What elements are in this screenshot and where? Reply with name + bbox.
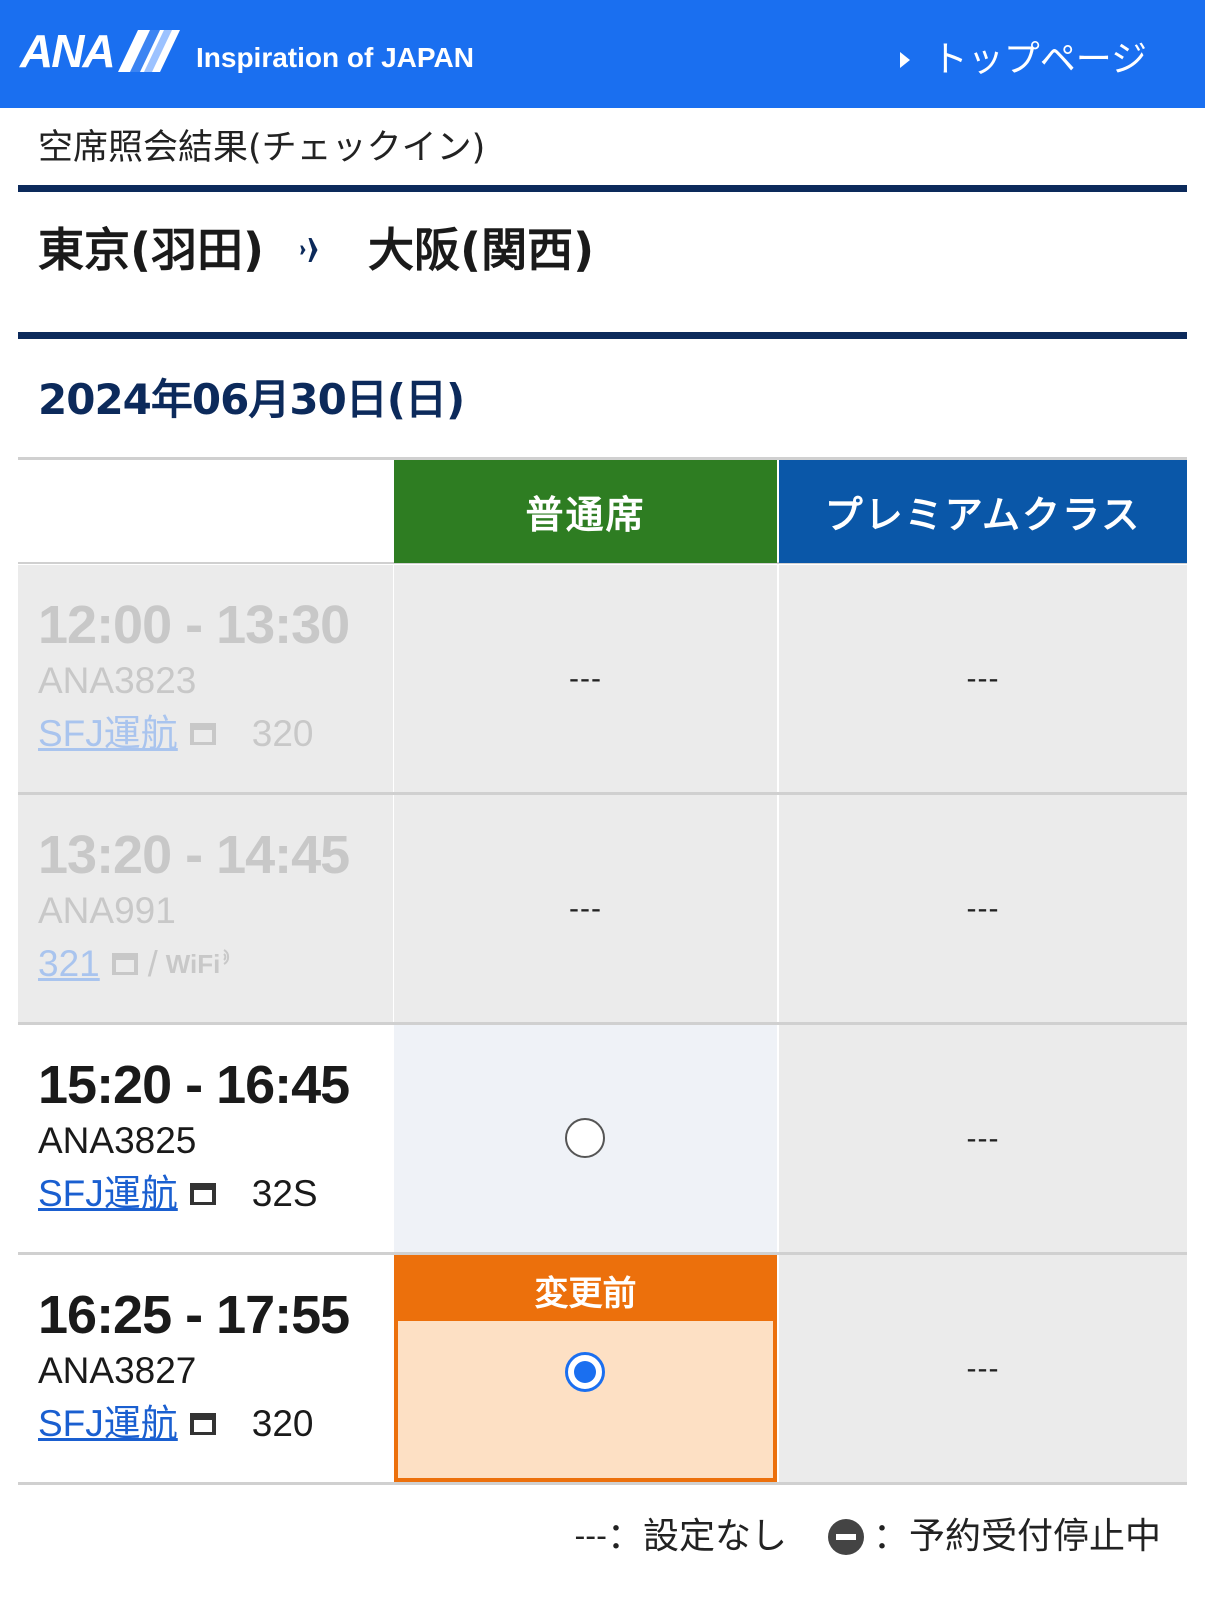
separator: / <box>147 943 158 984</box>
not-set-marker: --- <box>966 1121 1000 1155</box>
divider <box>18 185 1187 192</box>
premium-class-label: プレミアムクラス <box>824 493 1142 537</box>
flight-meta: SFJ運航 320 <box>38 709 393 759</box>
airplane-icon <box>298 232 334 268</box>
aircraft-link[interactable]: 321 <box>38 939 100 989</box>
seat-radio-button-selected[interactable] <box>565 1352 605 1392</box>
seat-config-icon <box>189 1413 216 1435</box>
wifi-label: WiFi <box>165 949 221 979</box>
site-header: ANA Inspiration of JAPAN トップページ <box>0 0 1205 108</box>
flight-row-3-standard[interactable] <box>394 1025 777 1252</box>
seat-config-icon <box>189 723 216 745</box>
premium-class-header: プレミアムクラス <box>779 460 1187 563</box>
top-page-link[interactable]: トップページ <box>899 38 1147 82</box>
flight-number: ANA3827 <box>38 1350 197 1391</box>
caret-right-icon <box>899 52 910 68</box>
flight-row-3-info: 15:20 - 16:45 ANA3825 SFJ運航 32S <box>18 1025 393 1252</box>
legend-none-symbol: --- <box>574 1519 607 1554</box>
flight-meta: SFJ運航 32S <box>38 1169 393 1219</box>
seat-radio-button[interactable] <box>565 1118 605 1158</box>
not-set-marker: --- <box>966 1351 1000 1385</box>
legend-none-text: ：設定なし <box>606 1516 787 1557</box>
flight-row-4-premium: --- <box>779 1255 1187 1482</box>
flight-time: 16:25 - 17:55 <box>38 1285 350 1345</box>
flight-number: ANA3825 <box>38 1120 197 1161</box>
flight-time: 12:00 - 13:30 <box>38 595 350 655</box>
standard-seat-header: 普通席 <box>394 460 777 563</box>
flight-meta: SFJ運航 320 <box>38 1399 393 1449</box>
flight-row-1-premium: --- <box>779 565 1187 792</box>
before-change-badge: 変更前 <box>398 1259 773 1321</box>
origin: 東京(羽田) <box>38 223 265 277</box>
not-set-marker: --- <box>569 661 602 695</box>
flight-meta: 321 / WiFi <box>38 939 393 989</box>
flight-row-4-info: 16:25 - 17:55 ANA3827 SFJ運航 320 <box>18 1255 393 1482</box>
seat-config-icon <box>111 953 138 975</box>
flight-row-1-info: 12:00 - 13:30 ANA3823 SFJ運航 320 <box>18 565 393 792</box>
corner-cell <box>18 460 393 562</box>
flight-time: 15:20 - 16:45 <box>38 1055 350 1115</box>
flight-row-2-premium: --- <box>779 795 1187 1022</box>
operator-link[interactable]: SFJ運航 <box>38 1399 178 1449</box>
flight-number: ANA991 <box>38 890 176 931</box>
legend-stop-text: ：予約受付停止中 <box>872 1516 1161 1557</box>
standard-seat-label: 普通席 <box>525 493 646 537</box>
route-heading: 東京(羽田) 大阪(関西) <box>38 220 594 280</box>
flight-table: 普通席 プレミアムクラス 12:00 - 13:30 ANA3823 SFJ運航… <box>18 457 1187 1485</box>
tagline: Inspiration of JAPAN <box>196 42 474 73</box>
aircraft-type: 320 <box>251 713 314 754</box>
logo-text: ANA <box>20 25 116 77</box>
flight-row-2-info: 13:20 - 14:45 ANA991 321 / WiFi <box>18 795 393 1022</box>
destination: 大阪(関西) <box>368 223 595 277</box>
flight-time: 13:20 - 14:45 <box>38 825 350 885</box>
ana-stripe-icon <box>117 30 180 72</box>
flight-row-4-standard[interactable]: 変更前 <box>394 1255 777 1482</box>
aircraft-type: 32S <box>251 1173 318 1214</box>
flight-date: 2024年06月30日(日) <box>38 375 465 424</box>
minus-circle-icon <box>827 1518 865 1556</box>
seat-config-icon <box>189 1183 216 1205</box>
not-set-marker: --- <box>966 661 1000 695</box>
aircraft-type: 320 <box>251 1403 314 1444</box>
page-subtitle: 空席照会結果(チェックイン) <box>38 128 486 168</box>
flight-row-3-premium: --- <box>779 1025 1187 1252</box>
operator-link[interactable]: SFJ運航 <box>38 1169 178 1219</box>
flight-row-2-standard: --- <box>394 795 777 1022</box>
wifi-signal-icon <box>223 949 230 965</box>
ana-logo[interactable]: ANA <box>20 28 182 74</box>
flight-number: ANA3823 <box>38 660 197 701</box>
operator-link[interactable]: SFJ運航 <box>38 709 178 759</box>
top-page-label: トップページ <box>931 39 1147 80</box>
flight-row-1-standard: --- <box>394 565 777 792</box>
divider <box>18 332 1187 339</box>
legend: --- ：設定なし ：予約受付停止中 <box>574 1512 1161 1562</box>
not-set-marker: --- <box>569 891 602 925</box>
not-set-marker: --- <box>966 891 1000 925</box>
